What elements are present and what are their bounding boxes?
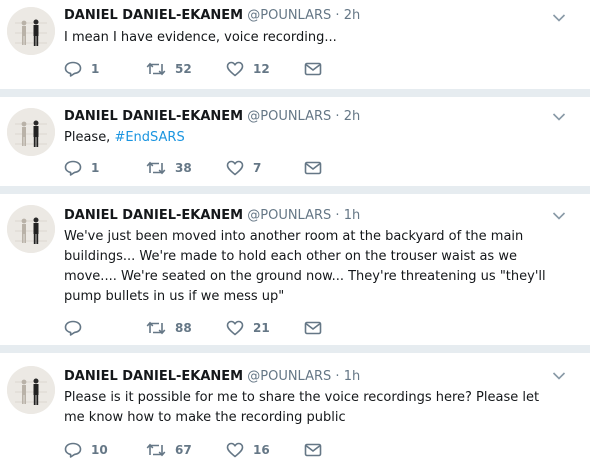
avatar[interactable] [7, 7, 55, 55]
like-button[interactable]: 21 [226, 318, 270, 338]
timestamp[interactable]: 1h [344, 208, 361, 223]
user-handle[interactable]: @POUNLARS [247, 8, 331, 23]
tweet-actions: 10 67 16 [64, 440, 364, 460]
tweet-timeline: DANIEL DANIEL-EKANEM @POUNLARS · 2h I me… [0, 0, 590, 472]
tweet[interactable]: DANIEL DANIEL-EKANEM @POUNLARS · 1h Plea… [0, 353, 590, 472]
direct-message-button[interactable] [304, 158, 322, 178]
reply-count: 1 [91, 161, 100, 175]
retweet-icon [146, 443, 166, 457]
display-name[interactable]: DANIEL DANIEL-EKANEM [64, 208, 243, 223]
envelope-icon [304, 443, 322, 457]
chevron-down-icon[interactable] [552, 112, 566, 122]
timestamp[interactable]: 2h [344, 8, 361, 23]
avatar[interactable] [7, 205, 55, 253]
retweet-button[interactable]: 38 [146, 158, 192, 178]
like-count: 16 [253, 443, 270, 457]
heart-icon [226, 442, 244, 458]
avatar-image [7, 205, 55, 253]
avatar-image [7, 108, 55, 156]
reply-button[interactable]: 10 [64, 440, 108, 460]
timestamp[interactable]: 2h [344, 109, 361, 124]
tweet-text: I mean I have evidence, voice recording.… [64, 28, 552, 48]
retweet-count: 67 [175, 443, 192, 457]
user-handle[interactable]: @POUNLARS [247, 208, 331, 223]
avatar-image [7, 366, 55, 414]
display-name[interactable]: DANIEL DANIEL-EKANEM [64, 369, 243, 384]
like-count: 7 [253, 161, 262, 175]
tweet-actions: 1 52 12 [64, 59, 364, 79]
tweet-actions: 1 38 7 [64, 158, 364, 178]
tweet-text-body: I mean I have evidence, voice recording.… [64, 30, 337, 45]
reply-count: 1 [91, 62, 100, 76]
retweet-count: 88 [175, 321, 192, 335]
like-count: 12 [253, 62, 270, 76]
retweet-button[interactable]: 52 [146, 59, 192, 79]
tweet-text: Please, #EndSARS [64, 128, 552, 148]
tweet-actions: 88 21 [64, 318, 364, 338]
tweet-header: DANIEL DANIEL-EKANEM @POUNLARS · 2h [64, 8, 360, 24]
separator-dot: · [335, 8, 340, 23]
tweet[interactable]: DANIEL DANIEL-EKANEM @POUNLARS · 1h We'v… [0, 194, 590, 345]
retweet-button[interactable]: 67 [146, 440, 192, 460]
retweet-icon [146, 161, 166, 175]
heart-icon [226, 160, 244, 176]
display-name[interactable]: DANIEL DANIEL-EKANEM [64, 109, 243, 124]
separator-dot: · [335, 208, 340, 223]
retweet-count: 52 [175, 62, 192, 76]
retweet-count: 38 [175, 161, 192, 175]
retweet-button[interactable]: 88 [146, 318, 192, 338]
retweet-icon [146, 321, 166, 335]
tweet-header: DANIEL DANIEL-EKANEM @POUNLARS · 2h [64, 109, 360, 125]
reply-icon [64, 442, 82, 458]
chevron-down-icon[interactable] [552, 13, 566, 23]
tweet-header: DANIEL DANIEL-EKANEM @POUNLARS · 1h [64, 369, 360, 385]
tweet[interactable]: DANIEL DANIEL-EKANEM @POUNLARS · 2h I me… [0, 0, 590, 89]
retweet-icon [146, 62, 166, 76]
heart-icon [226, 320, 244, 336]
separator-dot: · [335, 369, 340, 384]
direct-message-button[interactable] [304, 318, 322, 338]
reply-icon [64, 61, 82, 77]
avatar[interactable] [7, 108, 55, 156]
envelope-icon [304, 321, 322, 335]
display-name[interactable]: DANIEL DANIEL-EKANEM [64, 8, 243, 23]
tweet-text-body: We've just been moved into another room … [64, 229, 546, 304]
reply-button[interactable] [64, 318, 91, 338]
like-button[interactable]: 16 [226, 440, 270, 460]
hashtag-link[interactable]: #EndSARS [114, 130, 184, 145]
tweet-text: We've just been moved into another room … [64, 227, 552, 307]
direct-message-button[interactable] [304, 59, 322, 79]
tweet-text-body: Please is it possible for me to share th… [64, 390, 540, 425]
chevron-down-icon[interactable] [552, 211, 566, 221]
reply-button[interactable]: 1 [64, 158, 99, 178]
direct-message-button[interactable] [304, 440, 322, 460]
tweet-text-body: Please, [64, 130, 115, 145]
like-count: 21 [253, 321, 270, 335]
timestamp[interactable]: 1h [344, 369, 361, 384]
separator-dot: · [335, 109, 340, 124]
tweet-text: Please is it possible for me to share th… [64, 388, 552, 428]
user-handle[interactable]: @POUNLARS [247, 109, 331, 124]
reply-button[interactable]: 1 [64, 59, 99, 79]
tweet[interactable]: DANIEL DANIEL-EKANEM @POUNLARS · 2h Plea… [0, 97, 590, 186]
user-handle[interactable]: @POUNLARS [247, 369, 331, 384]
reply-icon [64, 160, 82, 176]
heart-icon [226, 61, 244, 77]
reply-count: 10 [91, 443, 108, 457]
chevron-down-icon[interactable] [552, 371, 566, 381]
tweet-header: DANIEL DANIEL-EKANEM @POUNLARS · 1h [64, 208, 360, 224]
like-button[interactable]: 12 [226, 59, 270, 79]
reply-icon [64, 320, 82, 336]
envelope-icon [304, 62, 322, 76]
avatar-image [7, 7, 55, 55]
avatar[interactable] [7, 366, 55, 414]
envelope-icon [304, 161, 322, 175]
like-button[interactable]: 7 [226, 158, 261, 178]
